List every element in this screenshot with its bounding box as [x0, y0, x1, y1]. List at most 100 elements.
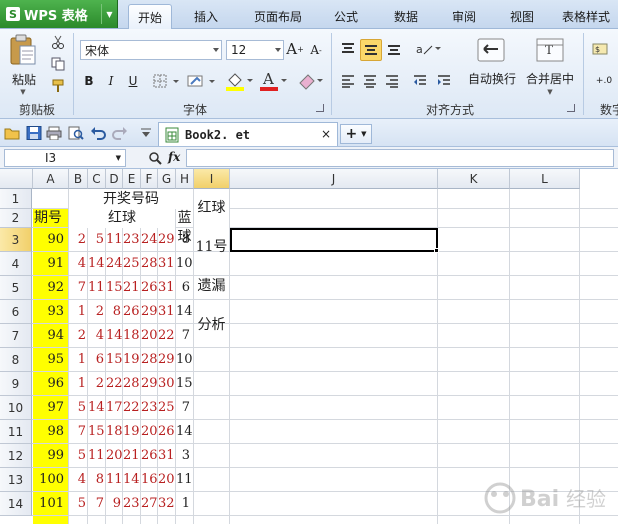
insert-function-button[interactable]: fx: [168, 150, 180, 164]
tab-table-style[interactable]: 表格样式: [562, 4, 618, 29]
red-ball-cell[interactable]: 25: [123, 252, 140, 276]
red-ball-cell[interactable]: 29: [141, 372, 158, 396]
red-ball-cell[interactable]: 25: [158, 396, 175, 420]
red-ball-cell[interactable]: 11: [106, 228, 123, 252]
red-ball-cell[interactable]: 8: [88, 468, 105, 492]
blue-ball-header-cell[interactable]: 蓝球: [176, 209, 193, 245]
red-ball-cell[interactable]: 30: [158, 372, 175, 396]
column-header-C[interactable]: C: [88, 169, 106, 189]
blue-ball-cell[interactable]: 14: [176, 420, 193, 444]
red-ball-cell[interactable]: 7: [88, 492, 105, 516]
zoom-formula-icon[interactable]: [148, 151, 162, 165]
period-cell[interactable]: 91: [33, 252, 66, 276]
border-button[interactable]: [152, 71, 182, 91]
blue-ball-cell[interactable]: 10: [176, 252, 193, 276]
select-all-corner[interactable]: [0, 169, 33, 189]
red-ball-cell[interactable]: 29: [158, 348, 175, 372]
period-cell[interactable]: 99: [33, 444, 66, 468]
red-ball-cell[interactable]: 15: [106, 348, 123, 372]
red-ball-cell[interactable]: 18: [106, 420, 123, 444]
red-ball-cell[interactable]: 28: [141, 348, 158, 372]
red-ball-cell[interactable]: 16: [141, 468, 158, 492]
merge-center-button[interactable]: 合并居中: [524, 69, 576, 87]
red-ball-cell[interactable]: 27: [141, 492, 158, 516]
align-middle-button[interactable]: [360, 39, 382, 61]
wrap-text-button[interactable]: 自动换行: [464, 69, 520, 87]
text-direction-button[interactable]: a: [414, 39, 444, 59]
red-ball-cell[interactable]: 14: [88, 252, 105, 276]
period-cell[interactable]: 94: [33, 324, 66, 348]
period-cell[interactable]: 101: [33, 492, 66, 516]
red-ball-cell[interactable]: 15: [88, 420, 105, 444]
period-cell[interactable]: 90: [33, 228, 66, 252]
merge-dropdown-icon[interactable]: ▼: [545, 87, 555, 97]
shrink-font-button[interactable]: A-: [308, 41, 324, 59]
paste-button[interactable]: [6, 33, 40, 67]
red-ball-cell[interactable]: 28: [123, 372, 140, 396]
row-header-2[interactable]: 2: [0, 209, 32, 228]
red-ball-cell[interactable]: 31: [158, 444, 175, 468]
red-ball-cell[interactable]: 28: [141, 252, 158, 276]
row-header-7[interactable]: 7: [0, 324, 32, 348]
period-cell[interactable]: 92: [33, 276, 66, 300]
row-header-9[interactable]: 9: [0, 372, 32, 396]
red-ball-cell[interactable]: 2: [69, 324, 87, 348]
row-header-3[interactable]: 3: [0, 228, 32, 252]
red-ball-cell[interactable]: 23: [123, 228, 140, 252]
close-tab-icon[interactable]: ×: [321, 127, 331, 141]
column-header-J[interactable]: J: [230, 169, 438, 189]
red-ball-cell[interactable]: 6: [88, 348, 105, 372]
cut-icon[interactable]: [48, 33, 68, 51]
blue-ball-cell[interactable]: 8: [176, 228, 191, 252]
red-ball-cell[interactable]: 4: [69, 252, 87, 276]
red-ball-cell[interactable]: 31: [158, 252, 175, 276]
red-ball-cell[interactable]: 14: [106, 324, 123, 348]
tab-home[interactable]: 开始: [128, 4, 172, 29]
undo-icon[interactable]: [90, 126, 106, 140]
period-cell[interactable]: 96: [33, 372, 66, 396]
red-ball-cell[interactable]: 26: [141, 444, 158, 468]
red-ball-cell[interactable]: 23: [141, 396, 158, 420]
red-ball-cell[interactable]: 1: [69, 300, 87, 324]
period-cell[interactable]: 98: [33, 420, 66, 444]
red-ball-cell[interactable]: 1: [69, 348, 87, 372]
increase-indent-button[interactable]: [434, 71, 454, 91]
print-preview-icon[interactable]: [68, 126, 84, 140]
column-header-L[interactable]: L: [510, 169, 580, 189]
align-left-button[interactable]: [338, 71, 358, 91]
tab-review[interactable]: 审阅: [442, 4, 486, 29]
row-header-13[interactable]: 13: [0, 468, 32, 492]
align-top-button[interactable]: [338, 39, 358, 59]
red-ball-cell[interactable]: 32: [158, 492, 175, 516]
red-ball-cell[interactable]: 22: [158, 324, 175, 348]
red-ball-cell[interactable]: 22: [123, 396, 140, 420]
alignment-dialog-launcher-icon[interactable]: [567, 104, 575, 112]
blue-ball-cell[interactable]: 3: [176, 444, 191, 468]
underline-button[interactable]: U: [124, 71, 142, 91]
blue-ball-cell[interactable]: 15: [176, 372, 193, 396]
wrap-text-icon[interactable]: [472, 35, 510, 65]
font-color-button[interactable]: A: [258, 69, 288, 93]
italic-button[interactable]: I: [102, 71, 120, 91]
red-ball-cell[interactable]: 15: [106, 276, 123, 300]
red-ball-cell[interactable]: 24: [141, 228, 158, 252]
row-header-11[interactable]: 11: [0, 420, 32, 444]
row-header-5[interactable]: 5: [0, 276, 32, 300]
blue-ball-cell[interactable]: 11: [176, 468, 193, 492]
align-center-button[interactable]: [360, 71, 380, 91]
row-header-10[interactable]: 10: [0, 396, 32, 420]
customize-toolbar-icon[interactable]: [138, 126, 154, 140]
tab-data[interactable]: 数据: [384, 4, 428, 29]
red-ball-cell[interactable]: 20: [106, 444, 123, 468]
red-ball-cell[interactable]: 4: [69, 468, 87, 492]
decrease-indent-button[interactable]: [410, 71, 430, 91]
column-header-G[interactable]: G: [158, 169, 176, 189]
period-cell[interactable]: 93: [33, 300, 66, 324]
period-header-cell[interactable]: 期号: [33, 209, 68, 228]
open-folder-icon[interactable]: [4, 126, 20, 140]
red-ball-cell[interactable]: 11: [88, 276, 105, 300]
column-header-I[interactable]: I: [194, 169, 230, 189]
tab-insert[interactable]: 插入: [184, 4, 228, 29]
copy-icon[interactable]: [48, 55, 68, 73]
red-ball-cell[interactable]: 7: [69, 276, 87, 300]
